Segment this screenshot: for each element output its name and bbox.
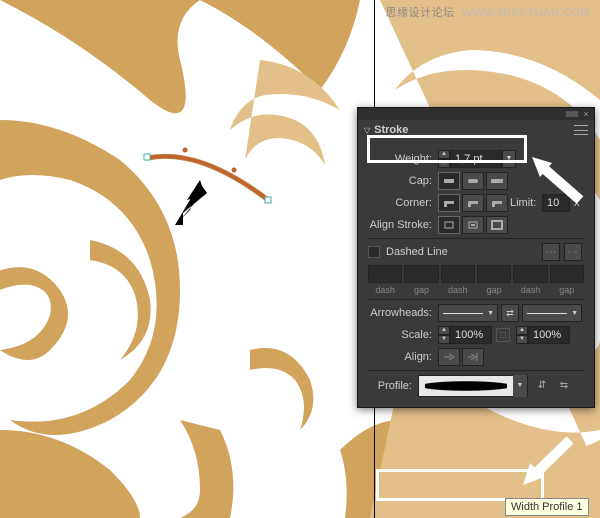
scale-start-stepper[interactable]: ▲▼ (438, 326, 492, 344)
scale-start-field[interactable] (450, 326, 492, 344)
align-end-button[interactable] (462, 348, 484, 366)
dash-slots: dash gap dash gap dash gap (368, 265, 584, 295)
weight-up-button[interactable]: ▲ (438, 150, 450, 159)
gap-field-3[interactable] (550, 265, 584, 283)
arrowheads-row: Arrowheads: ▼ ⇄ ▼ (368, 304, 584, 322)
arrowhead-swap-button[interactable]: ⇄ (501, 304, 519, 322)
align-stroke-label: Align Stroke: (368, 219, 438, 231)
corner-round-button[interactable] (462, 194, 484, 212)
panel-topbar: × (358, 108, 594, 120)
dashed-line-label: Dashed Line (386, 246, 448, 258)
annotation-arrow-profile (520, 435, 580, 490)
align-arrow-row: Align: (368, 348, 584, 366)
cap-projecting-button[interactable] (486, 172, 508, 190)
weight-stepper[interactable]: ▲ ▼ ▼ (438, 150, 516, 168)
cap-label: Cap: (368, 175, 438, 187)
align-inside-button[interactable] (462, 216, 484, 234)
arrowheads-label: Arrowheads: (368, 307, 438, 319)
watermark-cn: 思缘设计论坛 (386, 7, 455, 19)
cap-round-button[interactable] (462, 172, 484, 190)
close-icon[interactable]: × (582, 110, 590, 118)
align-tip-button[interactable] (438, 348, 460, 366)
dash-field-1[interactable] (368, 265, 402, 283)
dash-align-button[interactable] (564, 243, 582, 261)
weight-dropdown[interactable]: ▼ (502, 150, 516, 168)
weight-label: Weight: (368, 153, 438, 165)
watermark-en: WWW.MISSYUAN.COM (462, 7, 590, 19)
cap-butt-button[interactable] (438, 172, 460, 190)
tooltip: Width Profile 1 (505, 498, 589, 516)
arrowhead-end-dropdown[interactable]: ▼ (522, 304, 582, 322)
gap-field-1[interactable] (404, 265, 438, 283)
align-outside-button[interactable] (486, 216, 508, 234)
disclosure-triangle-icon: ▽ (364, 126, 370, 135)
dash-field-3[interactable] (513, 265, 547, 283)
scale-label: Scale: (368, 329, 438, 341)
corner-label: Corner: (368, 197, 438, 209)
width-profile-1-icon (425, 381, 507, 391)
arrowhead-start-dropdown[interactable]: ▼ (438, 304, 498, 322)
panel-title: Stroke (374, 124, 574, 136)
profile-label: Profile: (368, 380, 418, 392)
scale-end-field[interactable] (528, 326, 570, 344)
corner-bevel-button[interactable] (486, 194, 508, 212)
align-arrow-label: Align: (368, 351, 438, 363)
watermark: 思缘设计论坛 WWW.MISSYUAN.COM (386, 4, 590, 20)
dash-preserve-button[interactable] (542, 243, 560, 261)
flip-along-icon[interactable]: ⇵ (534, 378, 550, 394)
align-center-button[interactable] (438, 216, 460, 234)
dashed-line-row: Dashed Line (368, 243, 584, 261)
scale-row: Scale: ▲▼ ⬚ ▲▼ (368, 326, 584, 344)
dash-field-2[interactable] (441, 265, 475, 283)
collapse-icon[interactable] (566, 111, 578, 117)
panel-header[interactable]: ▽ Stroke (358, 120, 594, 140)
stroke-panel: × ▽ Stroke Weight: ▲ ▼ ▼ Cap: Corner: (357, 107, 595, 408)
scale-end-stepper[interactable]: ▲▼ (516, 326, 570, 344)
align-stroke-row: Align Stroke: (368, 216, 584, 234)
weight-down-button[interactable]: ▼ (438, 159, 450, 168)
annotation-arrow-weight (530, 155, 590, 205)
flip-across-icon[interactable]: ⇆ (556, 378, 572, 394)
corner-miter-button[interactable] (438, 194, 460, 212)
weight-field[interactable] (450, 150, 502, 168)
dashed-line-checkbox[interactable] (368, 246, 380, 258)
gap-field-2[interactable] (477, 265, 511, 283)
profile-row: Profile: ▼ ⇵ ⇆ (368, 375, 584, 397)
panel-menu-icon[interactable] (574, 125, 588, 135)
scale-link-icon[interactable]: ⬚ (496, 328, 510, 342)
profile-dropdown[interactable]: ▼ (418, 375, 528, 397)
annotation-arrow-stroke (165, 175, 225, 235)
